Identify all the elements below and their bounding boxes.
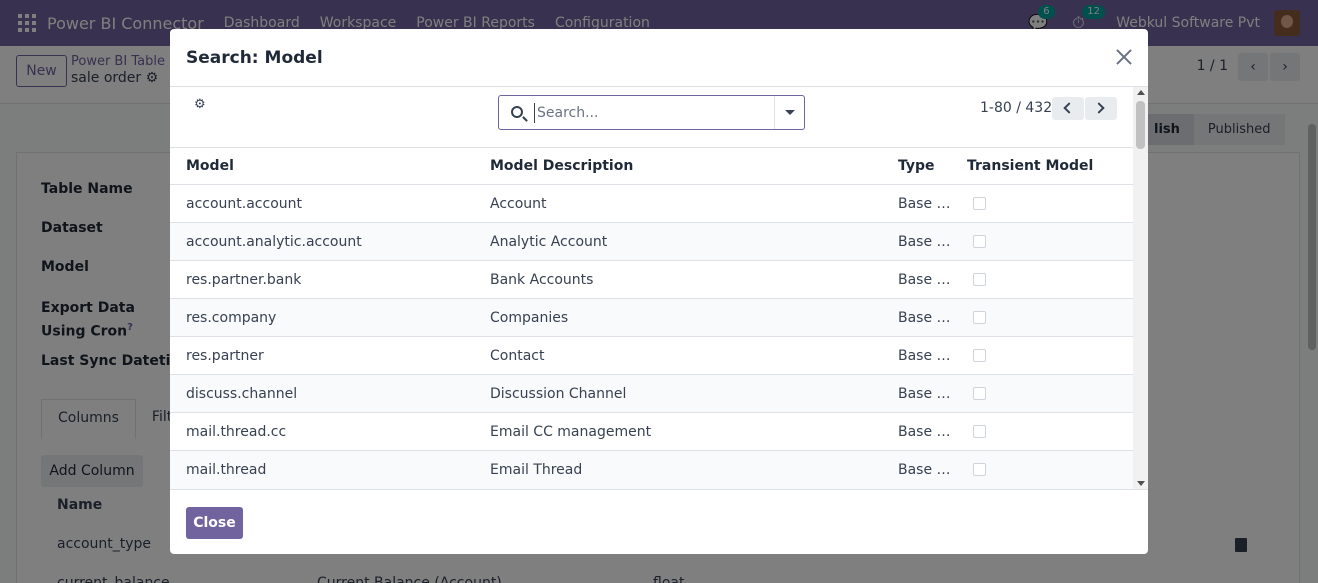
cell-model: mail.thread: [170, 450, 474, 489]
cell-type: Base Obj…: [882, 298, 967, 337]
pager-value[interactable]: 1-80 / 432: [980, 100, 1052, 116]
cell-transient: [967, 260, 1133, 299]
table-row[interactable]: account.account Account Base Obj…: [170, 184, 1133, 223]
chevron-right-icon: [1093, 102, 1105, 114]
cell-type: Base Obj…: [882, 260, 967, 299]
search-options-toggle[interactable]: [774, 96, 804, 129]
cell-transient: [967, 222, 1133, 261]
table-row[interactable]: discuss.channel Discussion Channel Base …: [170, 374, 1133, 413]
cell-description: Companies: [474, 298, 882, 337]
cell-transient: [967, 336, 1133, 375]
search-icon: [511, 106, 523, 118]
cell-type: Base Obj…: [882, 222, 967, 261]
close-icon[interactable]: [1114, 47, 1134, 67]
cell-model: discuss.channel: [170, 374, 474, 413]
table-row[interactable]: res.company Companies Base Obj…: [170, 298, 1133, 337]
search-input[interactable]: [534, 103, 769, 123]
cell-transient: [967, 298, 1133, 337]
dialog-footer: Close: [170, 489, 1148, 554]
table-row[interactable]: res.partner.bank Bank Accounts Base Obj…: [170, 260, 1133, 299]
cell-type: Base Obj…: [882, 450, 967, 489]
cell-model: res.company: [170, 298, 474, 337]
transient-checkbox: [973, 235, 986, 248]
dialog-scrollbar[interactable]: [1133, 87, 1148, 489]
cell-transient: [967, 450, 1133, 489]
cell-model: res.partner: [170, 336, 474, 375]
cell-model: account.analytic.account: [170, 222, 474, 261]
chevron-left-icon: [1063, 102, 1075, 114]
dialog-title: Search: Model: [186, 48, 323, 68]
cell-model: account.account: [170, 184, 474, 223]
cell-type: Base Obj…: [882, 336, 967, 375]
column-header-description[interactable]: Model Description: [474, 147, 882, 185]
table-row[interactable]: res.partner Contact Base Obj…: [170, 336, 1133, 375]
transient-checkbox: [973, 425, 986, 438]
cell-type: Base Obj…: [882, 412, 967, 451]
cell-type: Base Obj…: [882, 374, 967, 413]
transient-checkbox: [973, 273, 986, 286]
cell-description: Discussion Channel: [474, 374, 882, 413]
column-header-model[interactable]: Model: [170, 147, 474, 185]
search-bar: [498, 95, 805, 130]
cell-description: Email Thread: [474, 450, 882, 489]
transient-checkbox: [973, 349, 986, 362]
dialog-header: Search: Model: [170, 29, 1148, 87]
cell-description: Account: [474, 184, 882, 223]
cell-description: Email CC management: [474, 412, 882, 451]
model-table: Model Model Description Type Transient M…: [170, 147, 1133, 489]
close-button[interactable]: Close: [186, 507, 243, 539]
search-model-dialog: Search: Model ⚙ 1-80 / 432 Model Model D…: [170, 29, 1148, 554]
transient-checkbox: [973, 387, 986, 400]
table-header-row: Model Model Description Type Transient M…: [170, 147, 1133, 185]
cell-model: res.partner.bank: [170, 260, 474, 299]
transient-checkbox: [973, 463, 986, 477]
cell-type: Base Obj…: [882, 184, 967, 223]
cell-description: Contact: [474, 336, 882, 375]
scrollbar-thumb[interactable]: [1136, 101, 1145, 149]
pager-next-button[interactable]: [1085, 97, 1117, 120]
cell-description: Bank Accounts: [474, 260, 882, 299]
column-header-transient[interactable]: Transient Model: [967, 147, 1133, 185]
cell-transient: [967, 184, 1133, 223]
column-header-type[interactable]: Type: [882, 147, 967, 185]
cell-transient: [967, 412, 1133, 451]
gear-icon[interactable]: ⚙: [194, 97, 206, 112]
scroll-down-arrow-icon[interactable]: [1137, 481, 1145, 486]
transient-checkbox: [973, 197, 986, 210]
dialog-body: ⚙ 1-80 / 432 Model Model Description Typ…: [170, 87, 1148, 489]
table-row[interactable]: account.analytic.account Analytic Accoun…: [170, 222, 1133, 261]
cell-transient: [967, 374, 1133, 413]
scroll-up-arrow-icon[interactable]: [1137, 90, 1145, 95]
table-row[interactable]: mail.thread Email Thread Base Obj…: [170, 450, 1133, 489]
pager-previous-button[interactable]: [1052, 97, 1084, 120]
table-row[interactable]: mail.thread.cc Email CC management Base …: [170, 412, 1133, 451]
model-list: Model Model Description Type Transient M…: [170, 147, 1133, 489]
cell-model: mail.thread.cc: [170, 412, 474, 451]
cell-description: Analytic Account: [474, 222, 882, 261]
transient-checkbox: [973, 311, 986, 324]
